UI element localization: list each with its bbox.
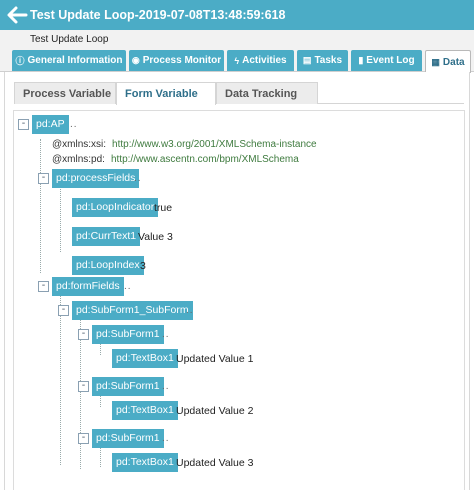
field-value: Updated Value 3: [176, 457, 254, 469]
tab-label: Data: [442, 56, 465, 68]
tree-node-form-fields[interactable]: pd:formFields: [52, 277, 124, 296]
tab-label: General Information: [27, 55, 123, 66]
tree-node-textbox[interactable]: pd:TextBox1: [112, 349, 178, 368]
tab-label: Event Log: [366, 55, 415, 66]
eye-icon: ◉: [131, 55, 140, 65]
subheader: Test Update Loop: [0, 30, 474, 48]
field-value: Updated Value 1: [176, 353, 254, 365]
process-name: Test Update Loop: [30, 34, 109, 45]
data-subtab-bar: Process Variable Form Variable Data Trac…: [14, 80, 464, 105]
data-icon: ▦: [431, 56, 440, 67]
tree-connector: [40, 139, 41, 273]
field-value: true: [154, 202, 173, 214]
node-ellipsis: ..: [186, 305, 194, 316]
tree-node-root[interactable]: pd:AP: [32, 115, 69, 134]
tree-node-subform[interactable]: pd:SubForm1: [92, 325, 164, 344]
subtab-data-tracking[interactable]: Data Tracking: [216, 82, 318, 104]
tree-node-subform[interactable]: pd:SubForm1: [92, 377, 164, 396]
tasks-icon: ▤: [302, 55, 312, 65]
subtab-process-variable[interactable]: Process Variable: [14, 82, 116, 104]
attribute-row: @xmlns:pd: http://www.ascentn.com/bpm/XML…: [52, 154, 299, 165]
collapse-toggle[interactable]: -: [18, 119, 29, 130]
collapse-toggle[interactable]: -: [38, 281, 49, 292]
back-arrow-icon[interactable]: [6, 5, 28, 25]
collapse-toggle[interactable]: -: [78, 381, 89, 392]
collapse-toggle[interactable]: -: [78, 433, 89, 444]
tree-node-textbox[interactable]: pd:TextBox1: [112, 401, 178, 420]
tab-data[interactable]: ▦ Data: [425, 50, 471, 73]
attribute-name: @xmlns:pd:: [52, 154, 105, 165]
tab-label: Tasks: [314, 55, 343, 66]
collapse-toggle[interactable]: -: [58, 305, 69, 316]
tab-activities[interactable]: ϟ Activities: [227, 50, 294, 71]
log-icon: ▮: [358, 55, 364, 65]
field-value: 3: [140, 260, 146, 272]
collapse-toggle[interactable]: -: [38, 173, 49, 184]
tree-node-subform[interactable]: pd:SubForm1: [92, 429, 164, 448]
collapse-toggle[interactable]: -: [78, 329, 89, 340]
field-value: Updated Value 2: [176, 405, 254, 417]
tab-event-log[interactable]: ▮ Event Log: [351, 50, 422, 71]
attribute-value: http://www.ascentn.com/bpm/XMLSchema: [110, 154, 299, 165]
tree-connector: [60, 177, 61, 252]
main-tab-bar: ⓘ General Information ◉ Process Monitor …: [0, 48, 474, 73]
title-bar: Test Update Loop-2019-07-08T13:48:59:618: [0, 0, 474, 30]
tab-label: Process Monitor: [142, 55, 222, 66]
info-icon: ⓘ: [15, 56, 25, 66]
tree-node-loop-index[interactable]: pd:LoopIndex: [72, 256, 144, 275]
attribute-row: @xmlns:xsi: http://www.w3.org/2001/XMLSch…: [52, 139, 317, 150]
tree-node-subform-container[interactable]: pd:SubForm1_SubForm: [72, 301, 193, 320]
node-ellipsis: ..: [162, 433, 170, 444]
node-ellipsis: ..: [162, 381, 170, 392]
subtab-form-variable[interactable]: Form Variable: [116, 82, 216, 105]
content-panel: Process Variable Form Variable Data Trac…: [4, 72, 470, 490]
tab-process-monitor[interactable]: ◉ Process Monitor: [129, 50, 224, 71]
tab-tasks[interactable]: ▤ Tasks: [297, 50, 348, 71]
tree-node-textbox[interactable]: pd:TextBox1: [112, 453, 178, 472]
tree-node-process-fields[interactable]: pd:processFields: [52, 169, 140, 188]
tab-general-information[interactable]: ⓘ General Information: [12, 50, 126, 71]
xml-tree: - pd:AP .. @xmlns:xsi: http://www.w3.org/…: [13, 110, 465, 490]
node-ellipsis: ..: [70, 119, 78, 130]
tree-node-loop-indicator[interactable]: pd:LoopIndicator: [72, 198, 159, 217]
field-value: Value 3: [138, 231, 173, 243]
attribute-value: http://www.w3.org/2001/XMLSchema-instanc…: [112, 139, 317, 150]
tree-node-curr-text[interactable]: pd:CurrText1: [72, 227, 141, 246]
page-title: Test Update Loop-2019-07-08T13:48:59:618: [30, 8, 286, 22]
attribute-name: @xmlns:xsi:: [52, 139, 107, 150]
tab-label: Activities: [242, 55, 287, 66]
node-ellipsis: ..: [134, 173, 142, 184]
node-ellipsis: ..: [162, 329, 170, 340]
bolt-icon: ϟ: [234, 55, 240, 66]
node-ellipsis: ..: [124, 281, 132, 292]
